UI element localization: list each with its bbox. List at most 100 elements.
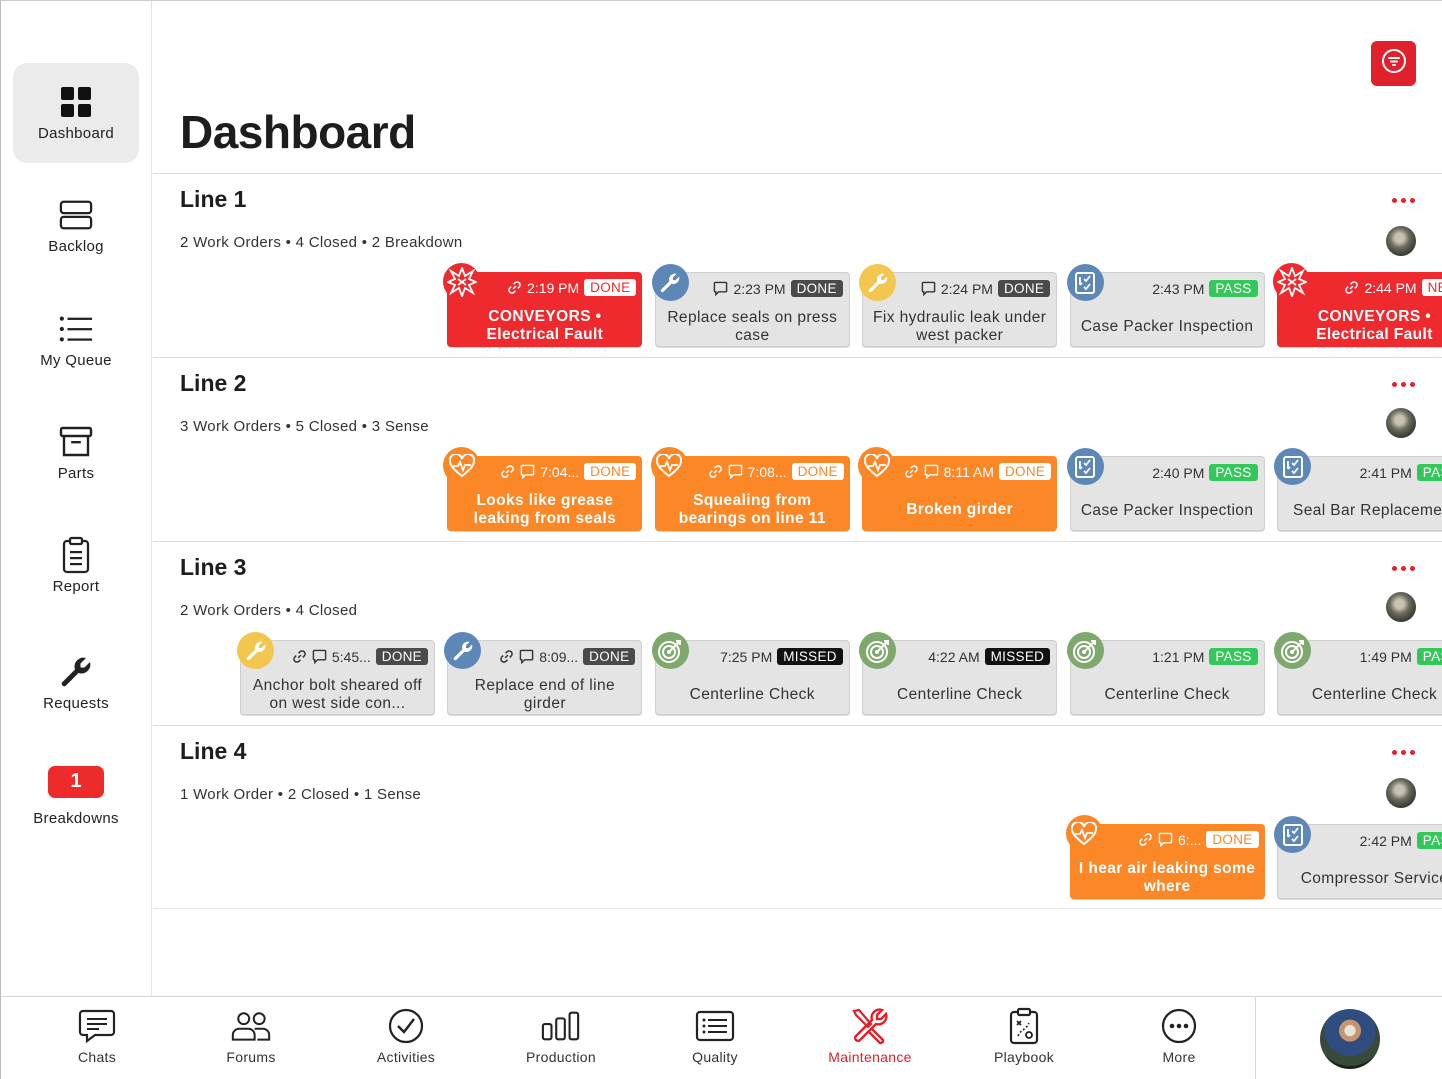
line-summary: 2 Work Orders • 4 Closed • 2 Breakdown [180, 234, 463, 251]
tab-production[interactable]: Production [501, 997, 621, 1079]
tab-quality[interactable]: Quality [655, 997, 775, 1079]
status-badge: DONE [584, 279, 637, 296]
status-badge: DONE [998, 463, 1052, 480]
comment-icon [519, 649, 534, 664]
card-title-wrap: Broken girder [862, 490, 1057, 530]
heart-pulse-icon [858, 447, 896, 484]
target-icon [1066, 632, 1104, 669]
work-order-card[interactable]: 2:41 PMPASS Seal Bar Replacement [1274, 448, 1442, 531]
breakdowns-count-badge: 1 [48, 765, 104, 798]
card-time: 2:44 PM [1364, 279, 1417, 296]
card-title-wrap: Fix hydraulic leak under west packer [863, 307, 1056, 347]
sidebar-item-report[interactable]: Report [13, 516, 139, 616]
line-section: Line 2 3 Work Orders • 5 Closed • 3 Sense… [153, 357, 1442, 541]
card-title: CONVEYORS • Electrical Fault [1316, 308, 1433, 343]
playbook-icon [1004, 1007, 1044, 1045]
tab-playbook[interactable]: Playbook [964, 997, 1084, 1079]
sidebar-item-breakdowns[interactable]: 1 Breakdowns [13, 746, 139, 846]
work-order-card[interactable]: 2:44 PMNEW CONVEYORS • Electrical Fault [1273, 263, 1442, 347]
card-title-wrap: I hear air leaking some where [1070, 858, 1265, 898]
work-order-card[interactable]: 2:42 PMPASS Compressor Service [1274, 816, 1442, 899]
tab-label: More [1162, 1049, 1196, 1065]
work-order-card[interactable]: 1:21 PM PASS Centerline Check [1066, 632, 1265, 715]
comment-icon [728, 464, 743, 479]
wrench-icon [651, 264, 689, 301]
sidebar-item-my-queue[interactable]: My Queue [13, 290, 139, 390]
work-order-card[interactable]: 7:25 PM MISSED Centerline Check [651, 632, 850, 715]
line-avatar[interactable] [1386, 408, 1416, 438]
card-title-wrap: Looks like grease leaking from seals [447, 490, 642, 530]
work-order-card[interactable]: 7:04... DONE Looks like grease leaking fro… [443, 447, 643, 531]
card-meta: 2:42 PMPASS [1360, 832, 1442, 849]
work-order-card[interactable]: 2:24 PM DONE Fix hydraulic leak under west… [859, 264, 1058, 347]
tab-maintenance[interactable]: Maintenance [810, 997, 930, 1079]
work-order-card[interactable]: 2:40 PM PASS Case Packer Inspection [1066, 448, 1265, 531]
wrench-icon [237, 632, 274, 669]
line-title: Line 2 [180, 370, 247, 396]
status-badge: DONE [790, 280, 843, 297]
link-icon [499, 649, 514, 664]
status-badge: DONE [584, 463, 637, 480]
work-order-card[interactable]: 2:43 PM PASS Case Packer Inspection [1066, 264, 1265, 347]
card-title-wrap: CONVEYORS • Electrical Fault [447, 306, 642, 346]
line-title: Line 3 [180, 554, 247, 580]
line-avatar[interactable] [1386, 592, 1416, 622]
sidebar-item-dashboard[interactable]: Dashboard [13, 63, 139, 163]
tab-label: Maintenance [828, 1049, 912, 1065]
tab-more[interactable]: More [1119, 997, 1239, 1079]
card-title: Replace end of line girder [474, 677, 616, 712]
card-title-wrap: Replace seals on press case [656, 307, 849, 347]
chat-icon [77, 1007, 117, 1045]
sidebar-item-backlog[interactable]: Backlog [13, 176, 139, 276]
status-badge: MISSED [777, 648, 843, 665]
status-badge: MISSED [984, 648, 1051, 665]
card-title-wrap: Centerline Check [1278, 675, 1442, 715]
more-options-button[interactable] [1392, 198, 1415, 203]
card-meta: 7:04... DONE [500, 463, 637, 480]
clipboard-icon [59, 536, 93, 573]
card-time: 4:22 AM [928, 648, 980, 665]
work-order-card[interactable]: 5:45... DONE Anchor bolt sheared off on we… [237, 632, 435, 715]
line-title: Line 1 [180, 186, 247, 212]
card-meta: 1:49 PMPASS [1360, 648, 1442, 665]
line-avatar[interactable] [1386, 226, 1416, 256]
work-order-card[interactable]: 6:... DONE I hear air leaking some where [1065, 815, 1265, 899]
more-options-button[interactable] [1392, 750, 1415, 755]
work-order-card[interactable]: 2:23 PM DONE Replace seals on press case [651, 264, 850, 347]
backlog-icon [59, 198, 93, 232]
checkmark-circle-icon [386, 1007, 426, 1045]
work-order-card[interactable]: 8:11 AM DONE Broken girder [858, 447, 1058, 531]
link-icon [1344, 280, 1359, 295]
line-section: Line 4 1 Work Order • 2 Closed • 1 Sense 6… [153, 725, 1442, 909]
comment-icon [924, 464, 939, 479]
card-title: Compressor Service [1300, 870, 1442, 887]
people-icon [231, 1007, 271, 1045]
sidebar-item-requests[interactable]: Requests [13, 633, 139, 733]
tab-activities[interactable]: Activities [346, 997, 466, 1079]
link-icon [507, 280, 522, 295]
bar-chart-icon [541, 1007, 581, 1045]
work-order-card[interactable]: 4:22 AM MISSED Centerline Check [859, 632, 1058, 715]
card-time: 8:09... [539, 648, 579, 665]
tab-chats[interactable]: Chats [37, 997, 157, 1079]
sidebar-item-label: Dashboard [37, 124, 115, 142]
work-order-card[interactable]: 8:09... DONE Replace end of line girder [444, 632, 643, 715]
user-avatar[interactable] [1319, 1009, 1380, 1069]
card-time: 7:08... [747, 463, 787, 480]
card-meta: 4:22 AM MISSED [928, 648, 1051, 665]
archive-box-icon [59, 425, 93, 459]
tab-forums[interactable]: Forums [191, 997, 311, 1079]
status-badge: NEW [1421, 279, 1442, 296]
card-title: Anchor bolt sheared off on west side con… [252, 677, 423, 712]
card-title-wrap: Case Packer Inspection [1071, 307, 1264, 347]
card-meta: 2:24 PM DONE [921, 280, 1051, 297]
grid-icon [59, 85, 93, 119]
more-options-button[interactable] [1392, 566, 1415, 571]
work-order-card[interactable]: 7:08... DONE Squealing from bearings on li… [650, 447, 850, 531]
work-order-card[interactable]: 1:49 PMPASS Centerline Check [1274, 632, 1442, 715]
line-avatar[interactable] [1386, 778, 1416, 808]
filter-button[interactable] [1371, 41, 1416, 86]
sidebar-item-parts[interactable]: Parts [13, 403, 139, 503]
work-order-card[interactable]: 2:19 PM DONE CONVEYORS • Electrical Fault [443, 263, 643, 347]
more-options-button[interactable] [1392, 382, 1415, 387]
